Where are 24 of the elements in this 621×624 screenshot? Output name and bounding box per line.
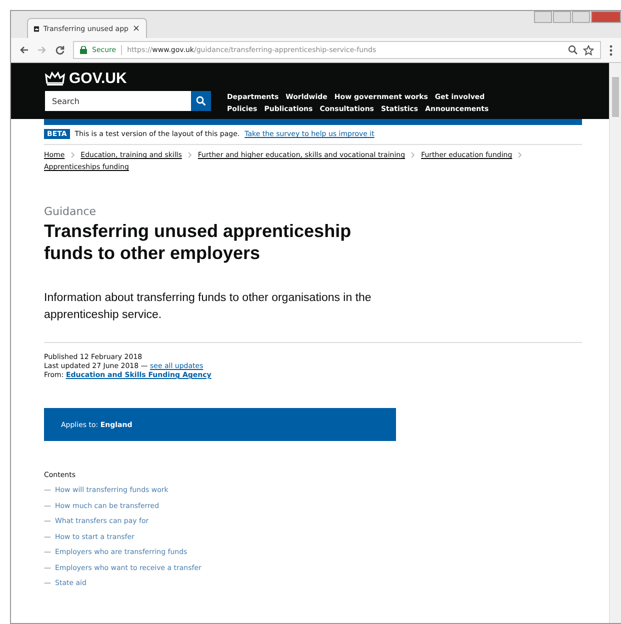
scrollbar[interactable]	[609, 63, 621, 623]
back-icon[interactable]	[19, 45, 29, 55]
page-title: Transferring unused apprenticeship funds to other employers	[44, 220, 352, 264]
chevron-icon	[188, 152, 192, 158]
star-icon[interactable]	[583, 44, 594, 56]
site-logo[interactable]: GOV.UK	[69, 70, 127, 86]
reload-icon[interactable]	[55, 45, 65, 55]
search-button[interactable]	[191, 91, 211, 111]
scroll-thumb[interactable]	[612, 77, 619, 117]
forward-icon[interactable]	[37, 45, 47, 55]
chevron-icon	[70, 152, 75, 158]
search-field[interactable]: Search	[45, 91, 191, 111]
summary-text: Information about transferring funds to other organisations in the apprenticeship service.	[44, 291, 372, 323]
zoom-icon[interactable]	[568, 45, 578, 55]
close-icon[interactable]: ×	[132, 24, 140, 34]
search-icon	[196, 96, 206, 106]
crown-icon	[34, 24, 40, 34]
chevron-icon	[518, 152, 522, 158]
close-icon[interactable]	[591, 11, 621, 23]
menu-icon[interactable]	[609, 44, 613, 56]
format-label: Guidance	[44, 205, 98, 218]
chevron-icon	[411, 152, 416, 158]
lock-icon	[80, 46, 87, 54]
crown-icon	[45, 70, 65, 86]
